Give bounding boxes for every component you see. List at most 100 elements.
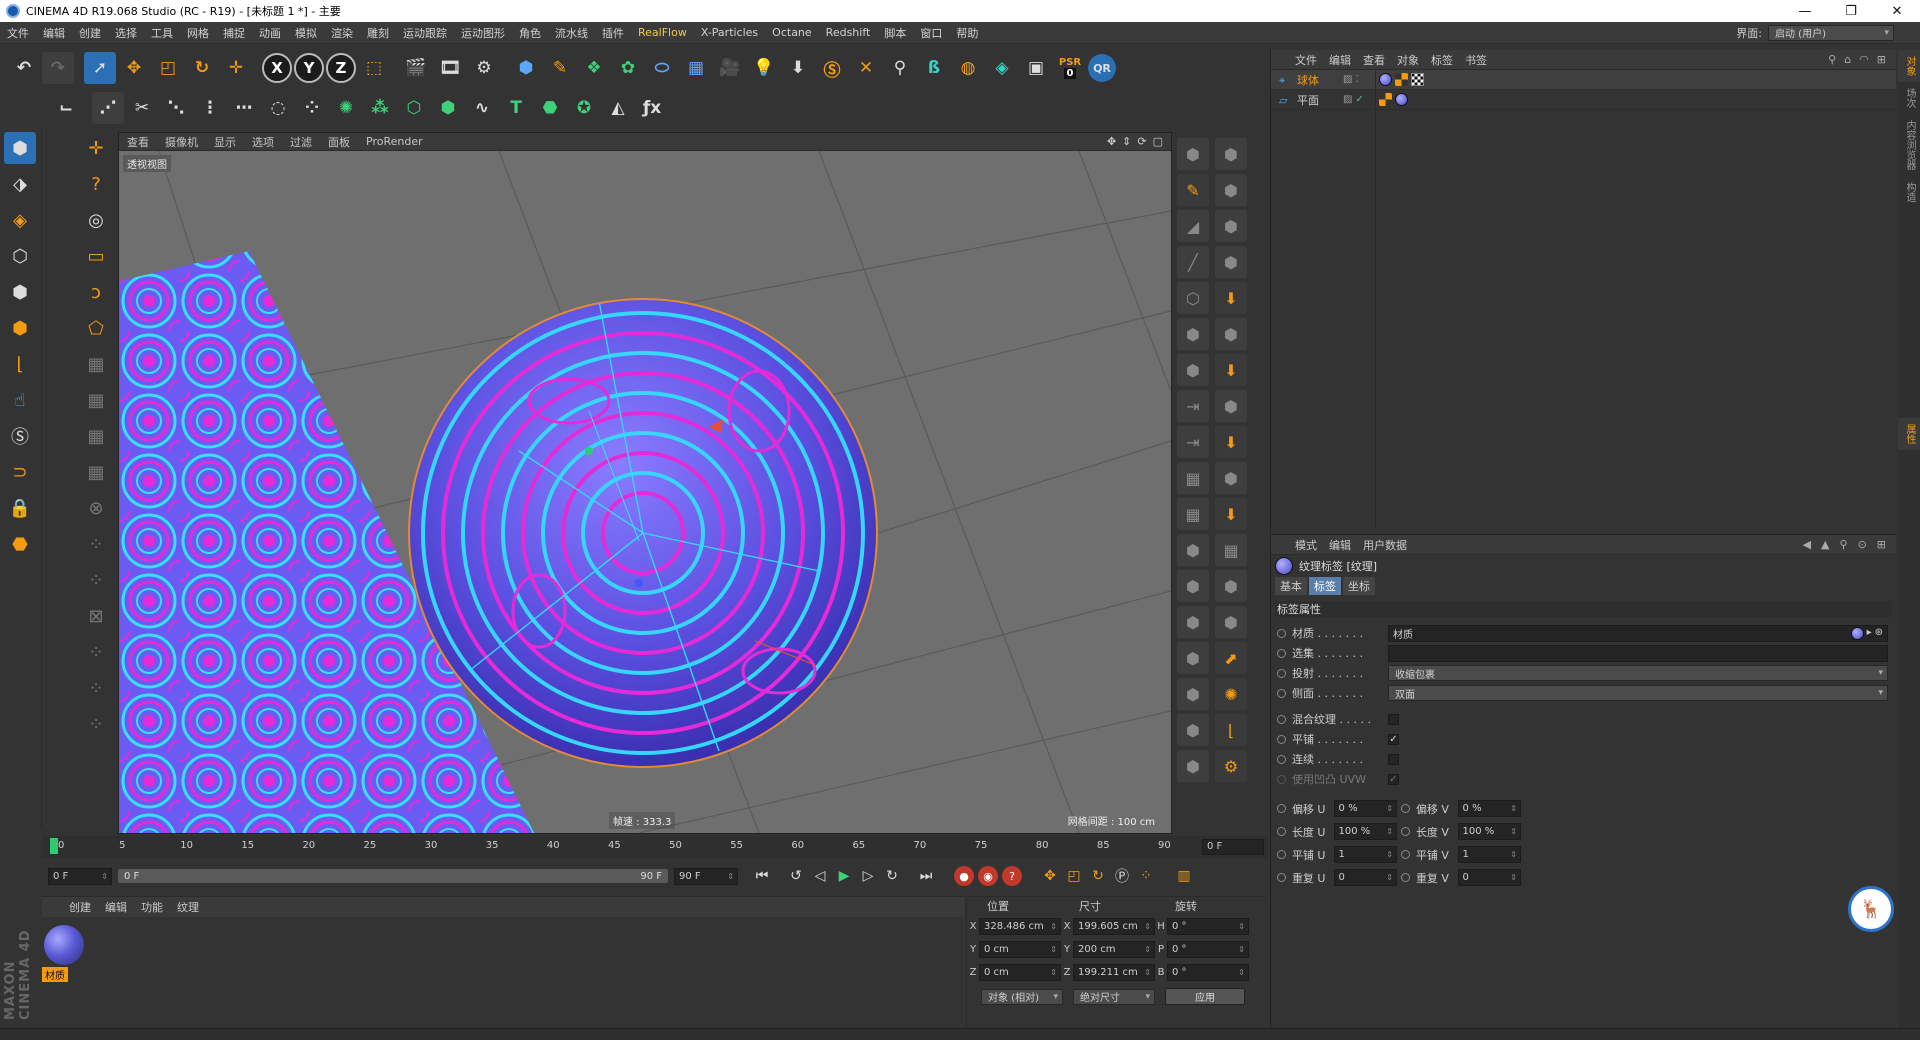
menu-pipeline[interactable]: 流水线 [548,25,595,41]
right-tool-35-icon[interactable]: ⬢ [1177,750,1209,782]
viewport-menu-filter[interactable]: 过滤 [282,134,320,150]
viewport-menu-panel[interactable]: 面板 [320,134,358,150]
axis-mode-icon[interactable]: ⌊ [4,348,36,380]
layout-dropdown[interactable]: 启动 (用户) [1768,24,1894,41]
side-tab-takes[interactable]: 场次 [1898,82,1920,114]
frame-icon[interactable]: ▣ [1020,52,1052,84]
key-pla-icon[interactable]: ⁘ [1134,864,1158,888]
right-tool-19-icon[interactable]: ▦ [1177,462,1209,494]
right-tool-5-icon[interactable]: ◢ [1177,210,1209,242]
effector-icon[interactable]: ✪ [568,92,600,124]
offset-u-field[interactable]: 0 % [1333,800,1397,817]
live-select-icon[interactable]: ➚ [84,52,116,84]
bridge-icon[interactable]: ⋮ [194,92,226,124]
qr-icon[interactable]: QR [1088,54,1116,82]
add-tool-icon[interactable]: ✛ [80,132,112,164]
checker-tag-icon[interactable] [1411,73,1424,86]
animate-radio[interactable] [1277,754,1286,764]
object-menu-bookmarks[interactable]: 书签 [1459,52,1493,68]
repeat-v-field[interactable]: 0 [1457,869,1521,886]
knife-icon[interactable]: ✂ [126,92,158,124]
material-menu-create[interactable]: 创建 [62,899,98,915]
extrude-icon[interactable]: ⋱ [160,92,192,124]
tab-coordinates[interactable]: 坐标 [1343,577,1375,595]
texture-tag-icon[interactable] [1379,73,1392,86]
menu-realflow[interactable]: RealFlow [631,26,694,39]
animate-radio[interactable] [1277,668,1286,678]
right-tool-8-icon[interactable]: ⬢ [1215,246,1247,278]
menu-help[interactable]: 帮助 [949,25,985,41]
object-up-icon[interactable]: ◠ [1859,53,1869,66]
tiles-v-field[interactable]: 1 [1457,846,1521,863]
menu-redshift[interactable]: Redshift [819,26,878,39]
position-x-field[interactable]: 328.486 cm [979,918,1061,935]
deformer-icon[interactable]: ⬭ [646,52,678,84]
animate-radio[interactable] [1277,850,1286,859]
menu-tools[interactable]: 工具 [144,25,180,41]
modelling-tool-1-icon[interactable]: ⋰ [92,92,124,124]
side-tab-attributes[interactable]: 属性 [1898,418,1920,450]
side-dropdown[interactable]: 双面 [1388,685,1888,701]
start-frame-field[interactable]: 0 F [48,867,112,885]
viewport-orbit-icon[interactable]: ⟳ [1137,135,1146,148]
transfer-icon[interactable]: ✕ [850,52,882,84]
recent-tool-icon[interactable]: ✛ [220,52,252,84]
menu-select[interactable]: 选择 [108,25,144,41]
selection-field[interactable] [1388,644,1888,662]
right-tool-33-icon[interactable]: ⬢ [1177,714,1209,746]
mograph-cloner-icon[interactable]: ✺ [330,92,362,124]
right-tool-3-icon[interactable]: ✎ [1177,174,1209,206]
grid-tool-8-icon[interactable]: ⊠ [80,600,112,632]
tracer-icon[interactable]: ∿ [466,92,498,124]
object-visibility-flags[interactable]: ▨ ✓ [1343,94,1379,105]
tile-checkbox[interactable]: ✓ [1388,733,1399,745]
attribute-up-icon[interactable]: ▲ [1821,538,1829,551]
z-axis-lock-button[interactable]: Z [326,53,356,83]
y-axis-lock-button[interactable]: Y [294,53,324,83]
right-tool-1-icon[interactable]: ⬢ [1177,138,1209,170]
minimize-button[interactable]: — [1782,0,1828,22]
side-tab-objects[interactable]: 对象 [1898,50,1920,82]
floor-icon[interactable]: ▦ [680,52,712,84]
attribute-lock-icon[interactable]: ⊙ [1858,538,1867,551]
material-item[interactable]: 材质 [42,925,86,985]
rotation-b-field[interactable]: 0 ° [1167,964,1249,981]
right-tool-10-icon[interactable]: ⬇ [1215,282,1247,314]
phong-tag-icon[interactable] [1395,73,1408,86]
right-tool-12-icon[interactable]: ⬢ [1215,318,1247,350]
texture-mode-icon[interactable]: ⬗ [4,168,36,200]
polygon-select-icon[interactable]: ⬠ [80,312,112,344]
loop-select-icon[interactable]: ⋯ [228,92,260,124]
grid-tool-9-icon[interactable]: ⁘ [80,636,112,668]
size-y-field[interactable]: 200 cm [1073,941,1155,958]
right-tool-4-icon[interactable]: ⬢ [1215,174,1247,206]
soft-selection-icon[interactable]: Ⓢ [4,420,36,452]
object-row-sphere[interactable]: ⌖ 球体 ▨ ⁚ [1271,70,1896,90]
rotate-icon[interactable]: ↻ [186,52,218,84]
right-tool-11-icon[interactable]: ⬢ [1177,318,1209,350]
download-icon[interactable]: ⬇ [782,52,814,84]
planar-workplane-icon[interactable]: ⬣ [4,528,36,560]
go-to-start-icon[interactable]: ⏮ [750,864,774,888]
cone-effector-icon[interactable]: ◭ [602,92,634,124]
polyfx-icon[interactable]: ⬣ [534,92,566,124]
right-tool-17-icon[interactable]: ⇥ [1177,426,1209,458]
coordinate-system-icon[interactable]: ⬚ [358,52,390,84]
menu-character[interactable]: 角色 [512,25,548,41]
right-tool-23-icon[interactable]: ⬢ [1177,534,1209,566]
grid-tool-5-icon[interactable]: ⊗ [80,492,112,524]
grid-tool-10-icon[interactable]: ⁘ [80,672,112,704]
render-view-icon[interactable]: 🎬 [400,52,432,84]
menu-file[interactable]: 文件 [0,25,36,41]
object-new-window-icon[interactable]: ⊞ [1877,53,1886,66]
right-tool-28-icon[interactable]: ⬢ [1215,606,1247,638]
animate-radio[interactable] [1401,850,1410,859]
lasso-select-icon[interactable]: ↄ [80,276,112,308]
render-to-picture-viewer-icon[interactable]: 🎞 [434,52,466,84]
keyframe-selection-icon[interactable]: ? [1002,866,1022,886]
diamond-icon[interactable]: ◈ [986,52,1018,84]
edges-mode-icon[interactable]: ⬢ [4,276,36,308]
animate-radio[interactable] [1277,648,1286,658]
tab-tag[interactable]: 标签 [1309,577,1341,595]
undo-icon[interactable]: ↶ [8,52,40,84]
